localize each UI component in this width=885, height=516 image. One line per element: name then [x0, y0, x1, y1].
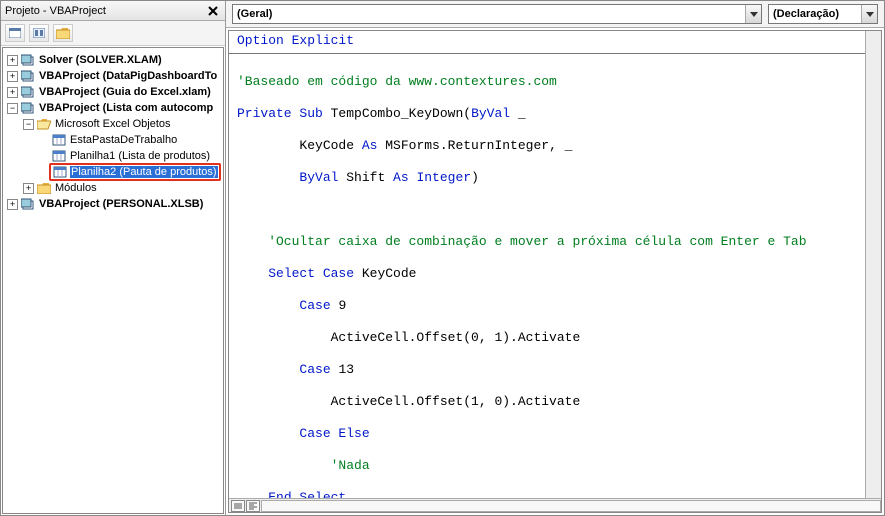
code-editor[interactable]: Option Explicit 'Baseado em código da ww…: [229, 31, 865, 498]
chevron-down-icon[interactable]: [861, 5, 877, 23]
object-proc-bar: (Geral) (Declaração): [226, 1, 884, 28]
project-pane-title: Projeto - VBAProject: [5, 5, 205, 17]
expand-icon[interactable]: +: [23, 183, 34, 194]
project-icon: [20, 101, 36, 115]
collapse-icon[interactable]: −: [23, 119, 34, 130]
project-icon: [20, 197, 36, 211]
project-pane-header: Projeto - VBAProject: [1, 1, 225, 21]
tree-node-datapig[interactable]: + VBAProject (DataPigDashboardTo: [5, 68, 223, 84]
collapse-icon[interactable]: −: [7, 103, 18, 114]
view-code-button[interactable]: [5, 24, 25, 42]
workbook-icon: [51, 133, 67, 147]
code-line: Option Explicit: [237, 33, 354, 48]
tree-node-planilha2[interactable]: Planilha2 (Pauta de produtos): [5, 164, 223, 180]
project-icon: [20, 53, 36, 67]
procedure-view-button[interactable]: [231, 500, 245, 512]
project-tree[interactable]: + Solver (SOLVER.XLAM) + VBAProject (Dat…: [2, 47, 224, 514]
tree-node-modulos[interactable]: + Módulos: [5, 180, 223, 196]
vertical-scrollbar[interactable]: [865, 31, 881, 498]
code-comment: 'Baseado em código da www.contextures.co…: [237, 74, 557, 89]
full-module-view-button[interactable]: [246, 500, 260, 512]
view-object-button[interactable]: [29, 24, 49, 42]
procedure-dropdown-value: (Declaração): [773, 8, 839, 20]
project-toolbar: [1, 21, 225, 46]
procedure-dropdown[interactable]: (Declaração): [768, 4, 878, 24]
tree-node-solver[interactable]: + Solver (SOLVER.XLAM): [5, 52, 223, 68]
object-dropdown-value: (Geral): [237, 8, 272, 20]
project-icon: [20, 69, 36, 83]
tree-node-estapasta[interactable]: EstaPastaDeTrabalho: [5, 132, 223, 148]
expand-icon[interactable]: +: [7, 87, 18, 98]
tree-node-msexcel[interactable]: − Microsoft Excel Objetos: [5, 116, 223, 132]
tree-node-guia[interactable]: + VBAProject (Guia do Excel.xlam): [5, 84, 223, 100]
code-comment: 'Nada: [237, 458, 370, 473]
tree-node-planilha1[interactable]: Planilha1 (Lista de produtos): [5, 148, 223, 164]
code-pane: (Geral) (Declaração) Option Explicit 'Ba…: [226, 1, 884, 515]
expand-icon[interactable]: +: [7, 55, 18, 66]
expand-icon[interactable]: +: [7, 199, 18, 210]
worksheet-icon: [52, 165, 68, 179]
close-icon[interactable]: [205, 3, 221, 19]
tree-node-personal[interactable]: + VBAProject (PERSONAL.XLSB): [5, 196, 223, 212]
object-dropdown[interactable]: (Geral): [232, 4, 762, 24]
code-comment: 'Ocultar caixa de combinação e mover a p…: [237, 234, 807, 249]
worksheet-icon: [51, 149, 67, 163]
folder-icon: [36, 181, 52, 195]
expand-icon[interactable]: +: [7, 71, 18, 82]
project-explorer: Projeto - VBAProject + Solver (SOLVER.XL…: [1, 1, 226, 515]
folder-open-icon: [36, 117, 52, 131]
chevron-down-icon[interactable]: [745, 5, 761, 23]
tree-node-lista[interactable]: − VBAProject (Lista com autocomp: [5, 100, 223, 116]
horizontal-scrollbar[interactable]: [261, 500, 881, 512]
project-icon: [20, 85, 36, 99]
code-bottom-bar: [229, 498, 881, 512]
toggle-folders-button[interactable]: [53, 24, 73, 42]
